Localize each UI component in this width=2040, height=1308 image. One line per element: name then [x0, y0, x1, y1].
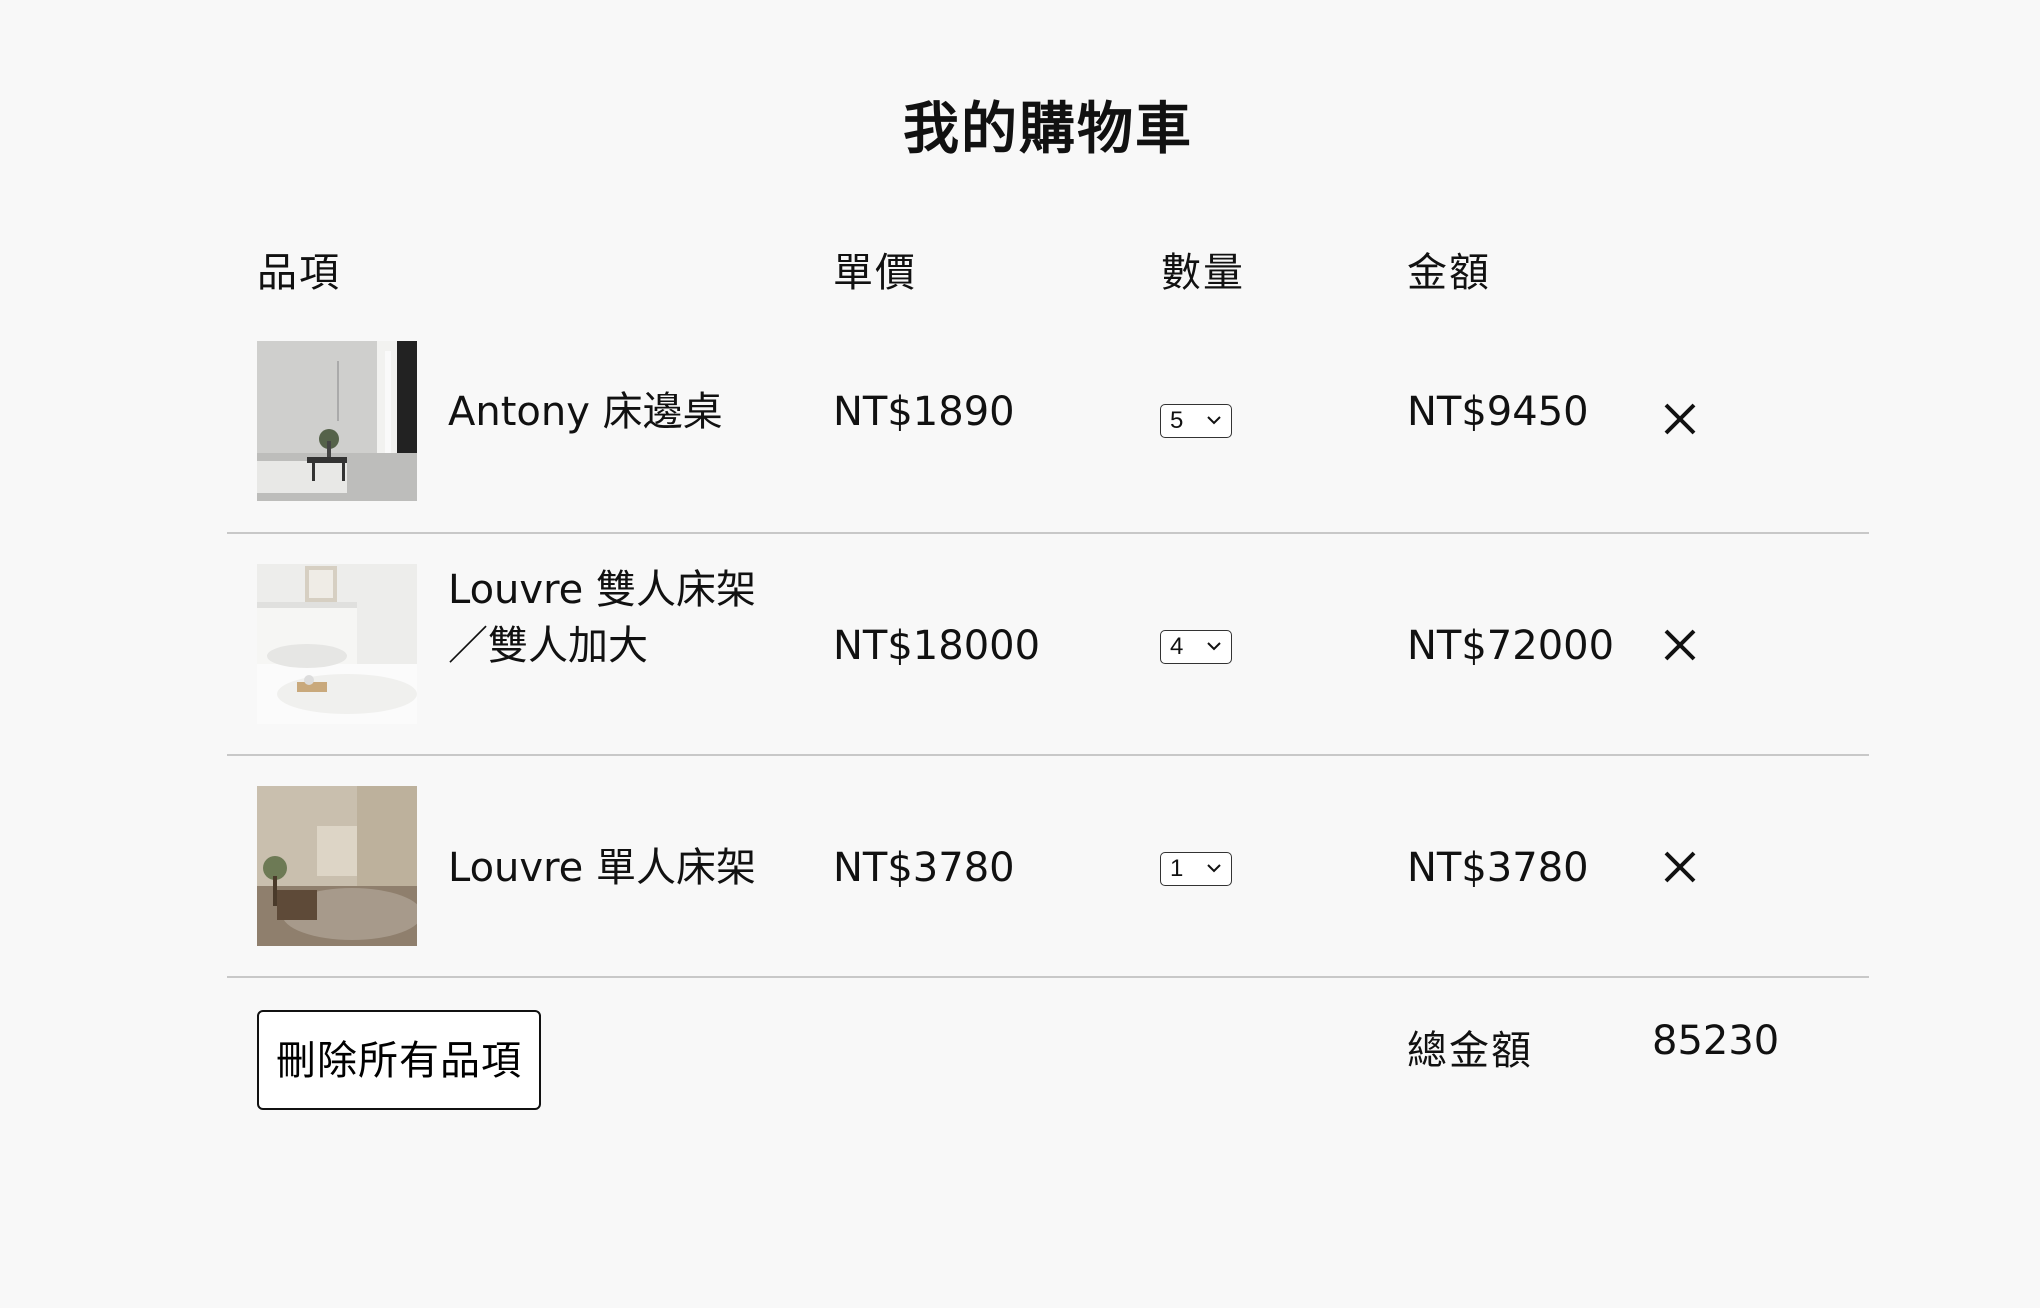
header-amount: 金額 [1407, 250, 1491, 296]
page-title: 我的購物車 [903, 97, 1193, 162]
quantity-value: 1 [1170, 855, 1184, 882]
subtotal: NT$9450 [1407, 389, 1589, 435]
product-image[interactable] [257, 786, 417, 946]
remove-item-button[interactable] [1657, 622, 1703, 668]
clear-all-button[interactable]: 刪除所有品項 [257, 1010, 541, 1110]
cart-table: 品項 單價 數量 金額 Antony 床邊桌 NT$1890 5 NT$9450… [227, 200, 1869, 1158]
item-name: Louvre 雙人床架／雙人加大 [448, 567, 756, 669]
quantity-select[interactable]: 1 [1160, 852, 1232, 886]
table-row: Louvre 單人床架 NT$3780 1 NT$3780 [227, 754, 1869, 976]
quantity-select[interactable]: 5 [1160, 404, 1232, 438]
subtotal: NT$3780 [1407, 845, 1589, 891]
product-image[interactable] [257, 564, 417, 724]
unit-price: NT$18000 [833, 623, 1041, 669]
header-unit-price: 單價 [833, 250, 917, 296]
table-row: Louvre 雙人床架／雙人加大 NT$18000 4 NT$72000 [227, 532, 1869, 754]
product-image[interactable] [257, 341, 417, 501]
header-quantity: 數量 [1161, 250, 1245, 296]
item-name: Louvre 單人床架 [448, 845, 756, 891]
remove-item-button[interactable] [1657, 396, 1703, 442]
table-row: Antony 床邊桌 NT$1890 5 NT$9450 [227, 326, 1869, 532]
cart-footer: 刪除所有品項 總金額 85230 [227, 976, 1869, 1158]
table-header: 品項 單價 數量 金額 [227, 200, 1869, 326]
quantity-value: 4 [1170, 633, 1184, 660]
remove-item-button[interactable] [1657, 844, 1703, 890]
quantity-value: 5 [1170, 407, 1184, 434]
close-icon [1664, 403, 1696, 435]
chevron-down-icon [1207, 864, 1221, 873]
unit-price: NT$3780 [833, 845, 1015, 891]
close-icon [1664, 851, 1696, 883]
header-item: 品項 [257, 250, 341, 296]
subtotal: NT$72000 [1407, 623, 1615, 669]
item-name: Antony 床邊桌 [448, 389, 723, 435]
close-icon [1664, 629, 1696, 661]
quantity-select[interactable]: 4 [1160, 630, 1232, 664]
total-label: 總金額 [1407, 1028, 1533, 1074]
chevron-down-icon [1207, 416, 1221, 425]
chevron-down-icon [1207, 642, 1221, 651]
unit-price: NT$1890 [833, 389, 1015, 435]
total-value: 85230 [1652, 1018, 1780, 1064]
